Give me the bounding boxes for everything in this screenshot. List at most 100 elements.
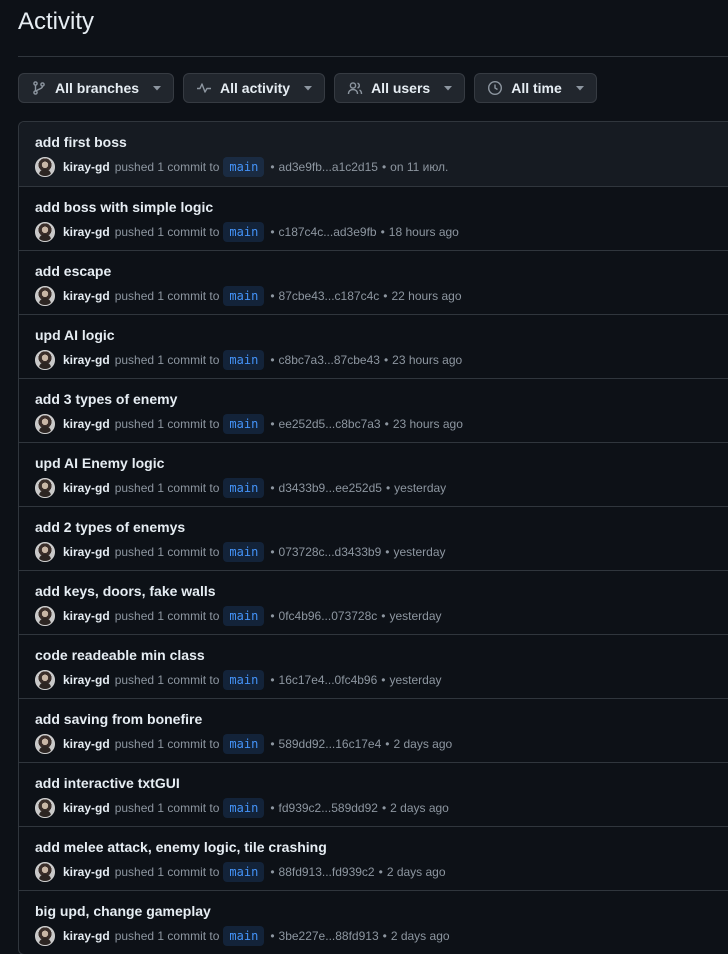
commit-range-link[interactable]: fd939c2...589dd92	[279, 801, 378, 815]
pushed-text: pushed 1 commit to	[114, 481, 220, 495]
avatar[interactable]	[35, 926, 55, 946]
separator: •	[383, 353, 389, 367]
avatar[interactable]	[35, 222, 55, 242]
users-filter-label: All users	[371, 80, 431, 96]
user-link[interactable]: kiray-gd	[63, 737, 110, 751]
activity-item: add saving from bonefire kiray-gd pushed…	[19, 698, 728, 762]
commit-title[interactable]: upd AI logic	[35, 327, 728, 343]
avatar[interactable]	[35, 157, 55, 177]
separator: •	[382, 929, 387, 943]
branch-label[interactable]: main	[223, 478, 265, 498]
commit-title[interactable]: add keys, doors, fake walls	[35, 583, 728, 599]
commit-range-link[interactable]: c187c4c...ad3e9fb	[279, 225, 377, 239]
user-link[interactable]: kiray-gd	[63, 225, 110, 239]
commit-range-link[interactable]: d3433b9...ee252d5	[279, 481, 382, 495]
commit-title[interactable]: add saving from bonefire	[35, 711, 728, 727]
commit-title[interactable]: add melee attack, enemy logic, tile cras…	[35, 839, 728, 855]
user-link[interactable]: kiray-gd	[63, 801, 110, 815]
activity-item: upd AI logic kiray-gd pushed 1 commit to…	[19, 314, 728, 378]
activity-filter-label: All activity	[220, 80, 291, 96]
avatar[interactable]	[35, 734, 55, 754]
time-filter-button[interactable]: All time	[474, 73, 597, 103]
timestamp: yesterday	[389, 609, 442, 623]
separator: •	[270, 801, 275, 815]
user-link[interactable]: kiray-gd	[63, 417, 110, 431]
activity-item: add 3 types of enemy kiray-gd pushed 1 c…	[19, 378, 728, 442]
branch-label[interactable]: main	[223, 222, 265, 242]
commit-title[interactable]: add interactive txtGUI	[35, 775, 728, 791]
separator: •	[270, 160, 275, 174]
timestamp: 2 days ago	[390, 801, 449, 815]
commit-range-link[interactable]: ad3e9fb...a1c2d15	[279, 160, 378, 174]
commit-meta: kiray-gd pushed 1 commit to main • 87cbe…	[35, 285, 728, 307]
separator: •	[381, 801, 387, 815]
user-link[interactable]: kiray-gd	[63, 289, 110, 303]
avatar[interactable]	[35, 286, 55, 306]
separator: •	[270, 353, 275, 367]
pushed-text: pushed 1 commit to	[114, 609, 220, 623]
branch-label[interactable]: main	[223, 734, 265, 754]
branch-label[interactable]: main	[223, 862, 265, 882]
users-filter-button[interactable]: All users	[334, 73, 466, 103]
user-link[interactable]: kiray-gd	[63, 160, 110, 174]
user-link[interactable]: kiray-gd	[63, 545, 110, 559]
commit-title[interactable]: upd AI Enemy logic	[35, 455, 728, 471]
commit-title[interactable]: code readeable min class	[35, 647, 728, 663]
user-link[interactable]: kiray-gd	[63, 865, 110, 879]
commit-title[interactable]: add first boss	[35, 134, 728, 150]
user-link[interactable]: kiray-gd	[63, 481, 110, 495]
commit-range-link[interactable]: c8bc7a3...87cbe43	[279, 353, 380, 367]
avatar[interactable]	[35, 798, 55, 818]
commit-range-link[interactable]: 589dd92...16c17e4	[279, 737, 382, 751]
commit-title[interactable]: add 2 types of enemys	[35, 519, 728, 535]
branch-label[interactable]: main	[223, 670, 265, 690]
activity-item: add boss with simple logic kiray-gd push…	[19, 186, 728, 250]
commit-meta: kiray-gd pushed 1 commit to main • 16c17…	[35, 669, 728, 691]
timestamp: 2 days ago	[393, 737, 453, 751]
commit-range-link[interactable]: 87cbe43...c187c4c	[279, 289, 380, 303]
avatar[interactable]	[35, 350, 55, 370]
commit-range-link[interactable]: 16c17e4...0fc4b96	[279, 673, 378, 687]
avatar[interactable]	[35, 862, 55, 882]
separator: •	[381, 609, 386, 623]
commit-range-link[interactable]: 073728c...d3433b9	[279, 545, 382, 559]
timestamp: 23 hours ago	[392, 417, 463, 431]
pushed-text: pushed 1 commit to	[114, 801, 220, 815]
avatar[interactable]	[35, 606, 55, 626]
branch-label[interactable]: main	[223, 350, 265, 370]
branch-label[interactable]: main	[223, 286, 265, 306]
chevron-down-icon	[575, 84, 584, 92]
separator: •	[385, 481, 391, 495]
separator: •	[270, 417, 275, 431]
branch-label[interactable]: main	[223, 926, 265, 946]
avatar[interactable]	[35, 478, 55, 498]
separator: •	[270, 289, 275, 303]
commit-title[interactable]: add boss with simple logic	[35, 199, 728, 215]
avatar[interactable]	[35, 414, 55, 434]
avatar[interactable]	[35, 542, 55, 562]
user-link[interactable]: kiray-gd	[63, 609, 110, 623]
commit-title[interactable]: big upd, change gameplay	[35, 903, 728, 919]
commit-meta: kiray-gd pushed 1 commit to main • d3433…	[35, 477, 728, 499]
user-link[interactable]: kiray-gd	[63, 673, 110, 687]
commit-range-link[interactable]: 88fd913...fd939c2	[279, 865, 375, 879]
commit-title[interactable]: add escape	[35, 263, 728, 279]
user-link[interactable]: kiray-gd	[63, 353, 110, 367]
commit-range-link[interactable]: 0fc4b96...073728c	[279, 609, 378, 623]
branch-label[interactable]: main	[223, 606, 265, 626]
user-link[interactable]: kiray-gd	[63, 929, 110, 943]
branch-label[interactable]: main	[223, 414, 265, 434]
timestamp: yesterday	[394, 481, 447, 495]
commit-range-link[interactable]: ee252d5...c8bc7a3	[279, 417, 381, 431]
activity-filter-button[interactable]: All activity	[183, 73, 326, 103]
avatar[interactable]	[35, 670, 55, 690]
branches-filter-button[interactable]: All branches	[18, 73, 175, 103]
activity-item: add first boss kiray-gd pushed 1 commit …	[19, 122, 728, 186]
commit-range-link[interactable]: 3be227e...88fd913	[279, 929, 379, 943]
branch-label[interactable]: main	[223, 798, 265, 818]
timestamp: 23 hours ago	[392, 353, 463, 367]
branch-label[interactable]: main	[223, 542, 265, 562]
page-title: Activity	[18, 8, 95, 35]
commit-title[interactable]: add 3 types of enemy	[35, 391, 728, 407]
branch-label[interactable]: main	[223, 157, 265, 177]
